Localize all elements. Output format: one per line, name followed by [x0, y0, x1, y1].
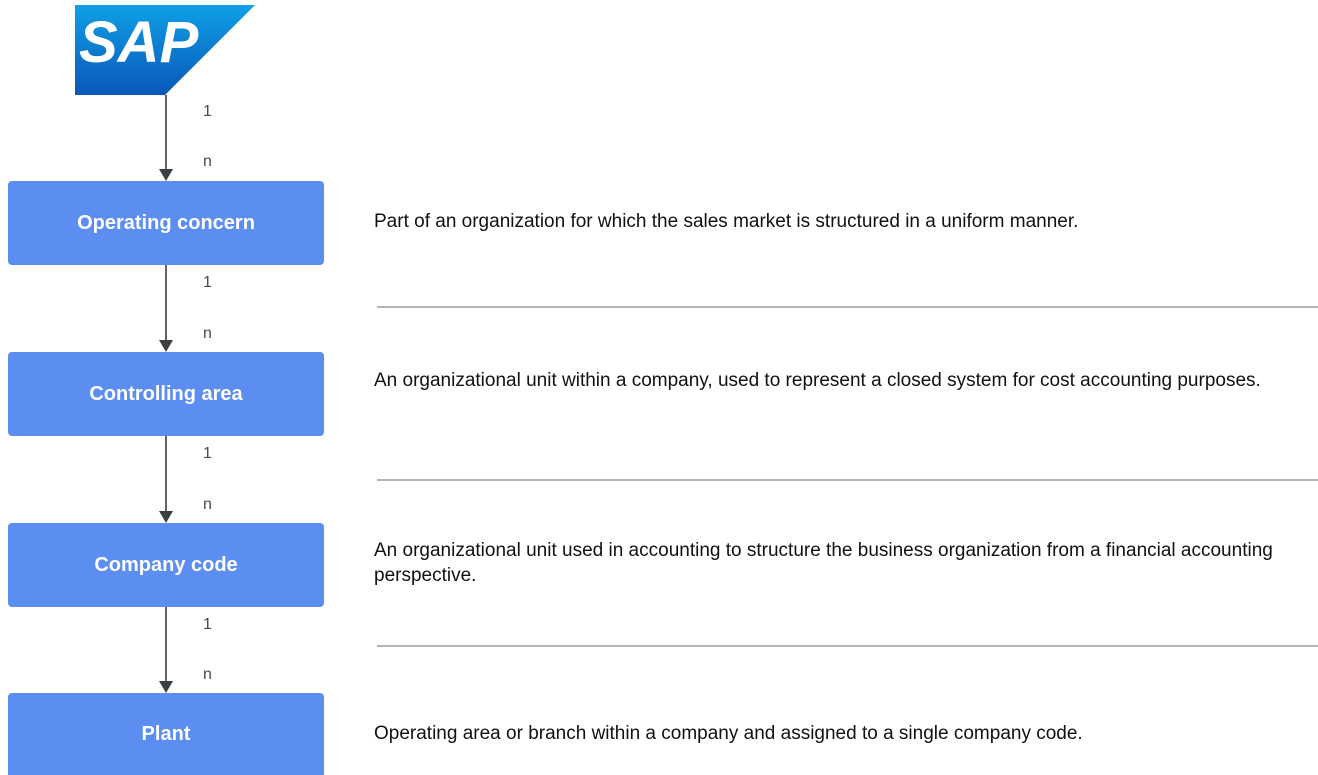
description-controlling-area: An organizational unit within a company,… [374, 370, 1261, 391]
cardinality-many: n [203, 325, 212, 342]
connector-arrow [159, 436, 173, 523]
cardinality-one: 1 [203, 445, 212, 462]
cardinality-one: 1 [203, 103, 212, 120]
connector-line [165, 607, 167, 681]
node-operating-concern: Operating concern [8, 181, 324, 265]
sap-logo-graphic: SAP [75, 5, 255, 95]
connector-arrow [159, 95, 173, 181]
connector-line [165, 95, 167, 169]
cardinality-one: 1 [203, 616, 212, 633]
divider [377, 479, 1318, 481]
description-plant: Operating area or branch within a compan… [374, 723, 1083, 744]
connector-arrow [159, 607, 173, 693]
node-company-code: Company code [8, 523, 324, 607]
description-company-code: An organizational unit used in accountin… [374, 540, 1273, 586]
divider [377, 306, 1318, 308]
cardinality-many: n [203, 496, 212, 513]
sap-logo-text: SAP [79, 10, 199, 75]
sap-logo: SAP [75, 5, 255, 95]
node-controlling-area: Controlling area [8, 352, 324, 436]
connector-arrow [159, 265, 173, 352]
arrow-head-icon [159, 511, 173, 523]
arrow-head-icon [159, 681, 173, 693]
cardinality-many: n [203, 666, 212, 683]
cardinality-one: 1 [203, 274, 212, 291]
divider [377, 645, 1318, 647]
description-operating-concern: Part of an organization for which the sa… [374, 211, 1079, 232]
arrow-head-icon [159, 340, 173, 352]
connector-line [165, 436, 167, 511]
arrow-head-icon [159, 169, 173, 181]
connector-line [165, 265, 167, 340]
cardinality-many: n [203, 153, 212, 170]
node-plant: Plant [8, 693, 324, 775]
